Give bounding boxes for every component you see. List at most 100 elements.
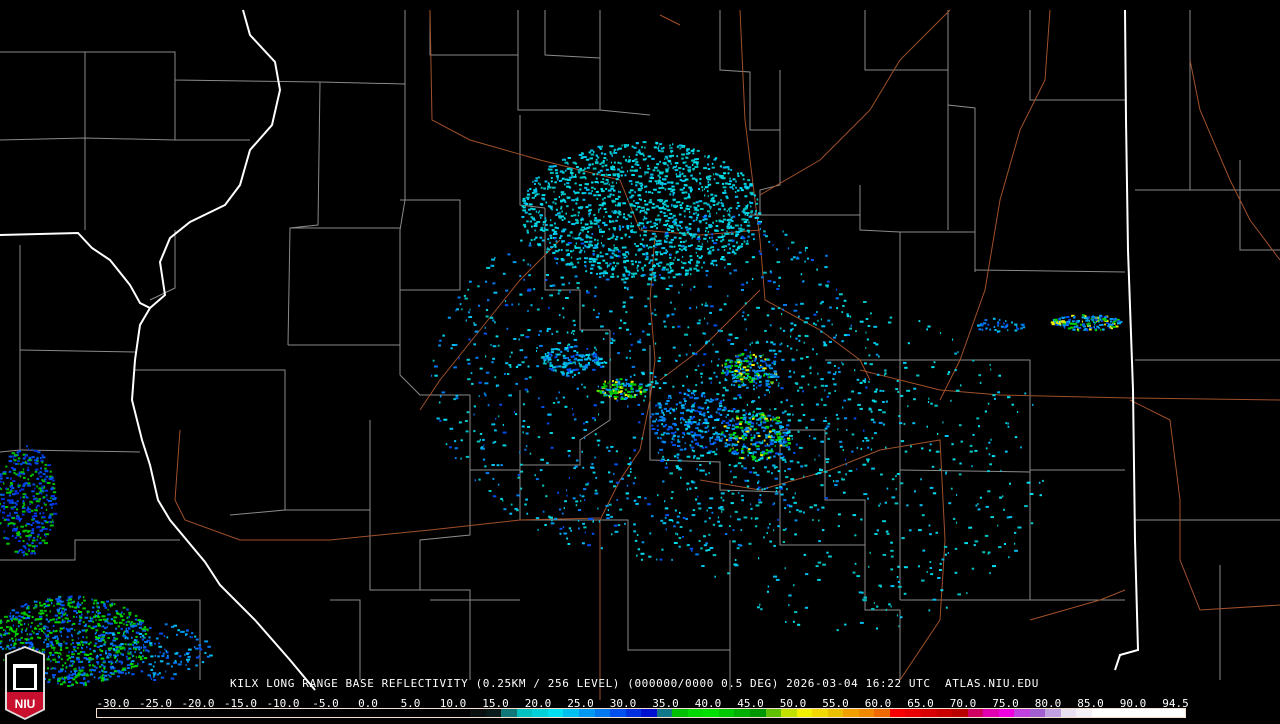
echo-pixel [32, 484, 35, 486]
echo-pixel [649, 199, 651, 201]
echo-pixel [690, 344, 691, 346]
echo-pixel [677, 441, 680, 443]
echo-pixel [739, 364, 741, 366]
echo-pixel [555, 356, 557, 358]
echo-pixel [543, 511, 545, 513]
echo-pixel [649, 532, 651, 534]
echo-pixel [455, 447, 458, 449]
echo-pixel [774, 356, 776, 358]
echo-pixel [672, 167, 674, 169]
echo-pixel [77, 653, 80, 655]
echo-pixel [1091, 319, 1094, 321]
echo-pixel [114, 603, 116, 605]
echo-pixel [674, 223, 677, 225]
echo-pixel [15, 502, 17, 504]
echo-pixel [656, 254, 659, 256]
echo-pixel [764, 330, 767, 332]
echo-pixel [691, 550, 693, 552]
highway-line [760, 10, 950, 195]
echo-pixel [680, 225, 682, 227]
echo-pixel [629, 156, 630, 158]
echo-pixel [654, 309, 655, 311]
echo-pixel [55, 640, 58, 642]
echo-pixel [631, 276, 633, 278]
echo-pixel [602, 235, 603, 237]
echo-pixel [721, 177, 725, 179]
echo-pixel [30, 464, 32, 466]
echo-pixel [12, 609, 16, 611]
echo-pixel [748, 423, 751, 425]
echo-pixel [637, 265, 639, 267]
echo-pixel [724, 435, 727, 437]
echo-pixel [22, 514, 25, 516]
echo-pixel [721, 422, 723, 424]
echo-pixel [733, 384, 735, 386]
echo-pixel [606, 505, 609, 507]
echo-pixel [734, 373, 736, 375]
echo-pixel [555, 366, 559, 368]
echo-pixel [613, 233, 614, 235]
echo-pixel [651, 413, 654, 415]
echo-pixel [742, 353, 745, 355]
echo-pixel [53, 649, 54, 651]
echo-pixel [742, 211, 743, 213]
echo-pixel [118, 661, 121, 663]
echo-pixel [627, 485, 628, 487]
echo-pixel [700, 221, 702, 223]
echo-pixel [23, 530, 27, 532]
echo-pixel [721, 202, 723, 204]
echo-pixel [684, 197, 687, 199]
echo-pixel [767, 314, 770, 316]
echo-pixel [41, 630, 43, 632]
echo-pixel [724, 208, 726, 210]
echo-pixel [703, 535, 706, 537]
echo-pixel [117, 650, 120, 652]
echo-pixel [533, 218, 535, 220]
echo-pixel [90, 669, 93, 671]
echo-pixel [23, 502, 25, 504]
echo-pixel [530, 242, 532, 244]
echo-pixel [670, 302, 672, 304]
echo-pixel [707, 411, 709, 413]
echo-pixel [623, 385, 626, 387]
echo-pixel [714, 324, 718, 326]
echo-pixel [825, 417, 826, 419]
echo-pixel [680, 207, 683, 209]
echo-pixel [583, 488, 586, 490]
echo-pixel [563, 199, 565, 201]
echo-pixel [553, 244, 556, 246]
echo-pixel [728, 221, 731, 223]
echo-pixel [481, 448, 485, 450]
echo-pixel [677, 445, 681, 447]
echo-pixel [722, 365, 723, 367]
echo-pixel [640, 235, 641, 237]
echo-pixel [742, 372, 746, 374]
echo-pixel [741, 189, 744, 191]
echo-pixel [626, 256, 628, 258]
echo-pixel [626, 287, 628, 289]
echo-pixel [608, 471, 610, 473]
echo-pixel [612, 252, 615, 254]
echo-pixel [575, 198, 578, 200]
echo-pixel [698, 230, 700, 232]
echo-pixel [601, 401, 605, 403]
echo-pixel [624, 174, 626, 176]
echo-pixel [728, 243, 731, 245]
echo-pixel [568, 543, 571, 545]
echo-pixel [114, 670, 118, 672]
echo-pixel [630, 357, 631, 359]
echo-pixel [1072, 320, 1075, 322]
echo-pixel [743, 444, 745, 446]
echo-pixel [586, 189, 590, 191]
echo-pixel [728, 208, 730, 210]
echo-pixel [747, 214, 749, 216]
echo-pixel [661, 410, 663, 412]
echo-pixel [811, 259, 814, 261]
echo-pixel [547, 188, 548, 190]
echo-pixel [701, 376, 702, 378]
echo-pixel [762, 354, 763, 356]
echo-pixel [53, 605, 54, 607]
echo-pixel [724, 303, 727, 305]
echo-pixel [767, 427, 768, 429]
echo-pixel [592, 360, 594, 362]
